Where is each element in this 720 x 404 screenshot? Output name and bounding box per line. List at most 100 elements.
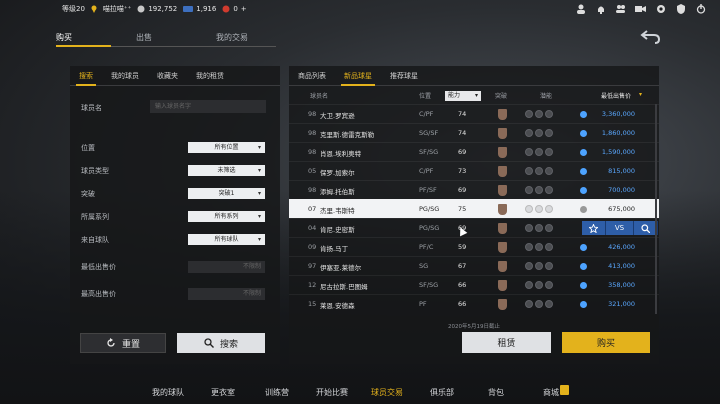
player-rating: 07 <box>308 205 317 213</box>
friends-icon[interactable] <box>615 3 626 14</box>
favorite-star-icon[interactable] <box>582 221 606 235</box>
table-row[interactable]: 15 莱恩.安德森 PF 66 321,000 <box>289 294 659 313</box>
compare-vs-button[interactable]: VS <box>606 221 634 235</box>
price-coin-icon <box>580 130 587 137</box>
breakthrough-select[interactable]: 突破1 <box>188 188 265 199</box>
player-name: 伊塞亚.莱德尔 <box>320 264 362 272</box>
price-coin-icon <box>580 168 587 175</box>
table-row[interactable]: 97 伊塞亚.莱德尔 SG 67 413,000 <box>289 256 659 275</box>
subtab-my-rentals[interactable]: 我的租赁 <box>187 66 233 86</box>
player-rating: 98 <box>308 186 317 194</box>
breakthrough-shield-icon <box>498 261 507 272</box>
subtab-favorites[interactable]: 收藏夹 <box>148 66 187 86</box>
search-subtabs: 搜索 我的球员 收藏夹 我的租赁 <box>70 66 280 86</box>
header-price-sort[interactable]: 最低出售价 <box>601 91 631 100</box>
sort-arrow-icon: ▾ <box>639 91 643 98</box>
coins-value: 192,752 <box>148 5 178 13</box>
skill-slot-icon <box>545 243 553 251</box>
player-ability: 59 <box>458 243 467 251</box>
skill-slot-icon <box>545 129 553 137</box>
header-ability-sort[interactable]: 能力 <box>445 91 481 101</box>
scrollbar[interactable] <box>655 104 657 314</box>
coins-chip: 192,752 <box>137 5 177 13</box>
player-rating: 15 <box>308 300 317 308</box>
skill-slot-icon <box>535 205 543 213</box>
max-price-input[interactable]: 不限制 <box>188 288 265 300</box>
subtab-recommended[interactable]: 推荐球星 <box>381 66 427 86</box>
nav-start-game[interactable]: 开始比赛 <box>316 387 348 398</box>
header-breakthrough: 突破 <box>495 93 508 100</box>
player-name: 大卫.罗宾逊 <box>320 112 355 120</box>
max-price-label: 最高出售价 <box>81 290 116 298</box>
back-icon[interactable] <box>640 30 661 48</box>
breakthrough-shield-icon <box>498 147 507 158</box>
date-note: 2020年5月19日截止 <box>448 324 500 330</box>
table-row[interactable]: 98 添姆.托伯斯 PF/SF 69 700,000 <box>289 180 659 199</box>
price-coin-icon <box>580 111 587 118</box>
nav-club[interactable]: 俱乐部 <box>430 387 454 398</box>
player-price: 700,000 <box>608 186 635 194</box>
price-coin-icon <box>580 244 587 251</box>
profile-icon[interactable] <box>575 3 586 14</box>
skill-slot-icon <box>545 300 553 308</box>
team-label: 来自球队 <box>81 236 109 244</box>
search-label: 搜索 <box>219 339 238 350</box>
table-row[interactable]: 07 杰里.韦斯特 PG/SG 75 675,000 <box>289 199 659 218</box>
search-button[interactable]: 搜索 <box>177 333 265 353</box>
skill-slot-icon <box>545 262 553 270</box>
min-price-input[interactable]: 不限制 <box>188 261 265 273</box>
table-row[interactable]: 98 克里斯.德雷克斯勒 SG/SF 74 1,860,000 <box>289 123 659 142</box>
buy-button[interactable]: 购买 <box>562 332 650 353</box>
shield-icon[interactable] <box>675 3 686 14</box>
player-price: 426,000 <box>608 243 635 251</box>
subtab-my-players[interactable]: 我的球员 <box>102 66 148 86</box>
subtab-search[interactable]: 搜索 <box>70 66 102 86</box>
breakthrough-shield-icon <box>498 166 507 177</box>
player-type-label: 球员类型 <box>81 167 109 175</box>
table-row[interactable]: 05 保罗.加索尔 C/PF 73 815,000 <box>289 161 659 180</box>
nav-backpack[interactable]: 背包 <box>488 387 504 398</box>
table-row[interactable]: 98 大卫.罗宾逊 C/PF 74 3,360,000 <box>289 104 659 123</box>
nav-locker-room[interactable]: 更衣室 <box>211 387 235 398</box>
price-coin-icon <box>580 149 587 156</box>
table-row[interactable]: 09 肯扬.马丁 PF/C 59 426,000 <box>289 237 659 256</box>
table-row[interactable]: 98 肖恩.埃利奥特 SF/SG 69 1,590,000 <box>289 142 659 161</box>
player-ability: 66 <box>458 281 467 289</box>
rent-button[interactable]: 租赁 <box>462 332 551 353</box>
player-rating: 05 <box>308 167 317 175</box>
player-position: SG/SF <box>419 129 439 137</box>
player-name: 杰里.韦斯特 <box>320 207 355 215</box>
nav-training-camp[interactable]: 训练营 <box>265 387 289 398</box>
price-coin-icon <box>580 301 587 308</box>
player-rating: 98 <box>308 129 317 137</box>
tickets-value: 0 <box>233 5 238 13</box>
series-select[interactable]: 所有系列 <box>188 211 265 222</box>
breakthrough-shield-icon <box>498 185 507 196</box>
position-select[interactable]: 所有位置 <box>188 142 265 153</box>
add-ticket-button[interactable]: + <box>241 5 247 13</box>
username[interactable]: 喵拉喵⁺⁺ <box>103 4 131 14</box>
gear-icon[interactable] <box>655 3 666 14</box>
table-row[interactable]: 04 肯尼.史密斯 PG/SG 69 VS <box>289 218 659 237</box>
player-type-select[interactable]: 未筛选 <box>188 165 265 176</box>
breakthrough-shield-icon <box>498 223 507 234</box>
reset-button[interactable]: 重置 <box>80 333 166 353</box>
player-position: PF <box>419 300 427 308</box>
table-row[interactable]: 12 尼古拉斯.巴图姆 SF/SG 66 358,000 <box>289 275 659 294</box>
nav-player-trade[interactable]: 球员交易 <box>371 387 403 398</box>
skill-slot-icon <box>525 262 533 270</box>
video-icon[interactable] <box>635 3 646 14</box>
nav-store[interactable]: 商城 <box>543 387 559 398</box>
team-select[interactable]: 所有球队 <box>188 234 265 245</box>
power-icon[interactable] <box>695 3 706 14</box>
player-name-input[interactable]: 输入球员名字 <box>150 100 266 113</box>
nav-my-team[interactable]: 我的球队 <box>152 387 184 398</box>
player-position: PF/C <box>419 243 434 251</box>
player-position: PG/SG <box>419 224 440 232</box>
subtab-item-list[interactable]: 商品列表 <box>289 66 335 86</box>
subtab-new-stars[interactable]: 新品球星 <box>335 66 381 86</box>
bell-icon[interactable] <box>595 3 606 14</box>
skill-slot-icon <box>525 243 533 251</box>
player-name: 保罗.加索尔 <box>320 169 355 177</box>
skill-slots <box>525 262 553 270</box>
